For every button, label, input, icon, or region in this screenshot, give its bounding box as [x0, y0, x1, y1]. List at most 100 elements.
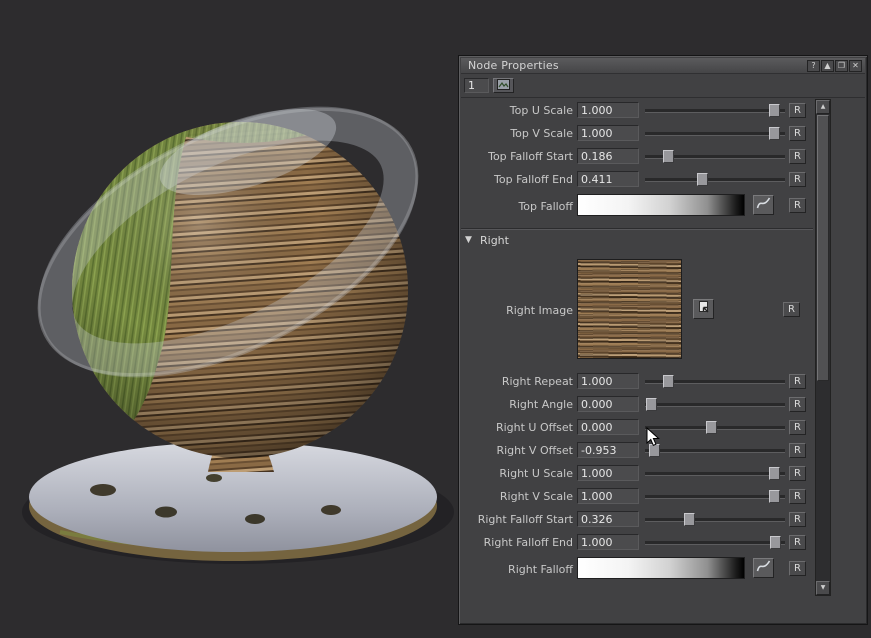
row-top-v-scale: Top V Scale R [461, 122, 813, 145]
load-image-icon [696, 300, 711, 314]
right-falloff-start-value-input[interactable] [577, 511, 639, 527]
panel-toolbar [461, 76, 865, 98]
titlebar[interactable]: Node Properties ? ▲ ❐ ✕ [461, 58, 865, 74]
right-u-offset-reset-button[interactable]: R [789, 420, 806, 435]
right-v-scale-reset-button[interactable]: R [789, 489, 806, 504]
right-falloff-reset-button[interactable]: R [789, 561, 806, 576]
right-image-label: Right Image [461, 254, 573, 366]
right-falloff-start-slider-thumb[interactable] [684, 513, 695, 526]
right-falloff-end-reset-button[interactable]: R [789, 535, 806, 550]
right-angle-label: Right Angle [461, 393, 573, 416]
close-button[interactable]: ✕ [849, 60, 862, 72]
right-u-offset-slider-thumb[interactable] [706, 421, 717, 434]
top-v-scale-value-input[interactable] [577, 125, 639, 141]
load-image-button[interactable] [693, 299, 714, 319]
top-falloff-end-value-input[interactable] [577, 171, 639, 187]
panel-content: Top U ScaleRTop V ScaleRTop Falloff Star… [461, 99, 813, 599]
top-u-scale-slider-thumb[interactable] [769, 104, 780, 117]
row-right-falloff-end: Right Falloff End R [461, 531, 813, 554]
right-u-scale-slider-thumb[interactable] [769, 467, 780, 480]
right-image-thumbnail[interactable] [577, 259, 682, 359]
right-angle-reset-button[interactable]: R [789, 397, 806, 412]
right-u-scale-value-input[interactable] [577, 465, 639, 481]
right-v-scale-slider-thumb[interactable] [769, 490, 780, 503]
right-falloff-end-slider-thumb[interactable] [770, 536, 781, 549]
top-falloff-start-slider-thumb[interactable] [663, 150, 674, 163]
right-u-scale-reset-button[interactable]: R [789, 466, 806, 481]
node-index-input[interactable] [464, 78, 489, 93]
row-top-falloff-end: Top Falloff EndR [461, 168, 813, 191]
right-repeat-reset-button[interactable]: R [789, 374, 806, 389]
top-falloff-label: Top Falloff [461, 191, 573, 221]
right-v-offset-reset-button[interactable]: R [789, 443, 806, 458]
right-v-scale-slider-track[interactable] [645, 495, 785, 499]
top-u-scale-reset-button[interactable]: R [789, 103, 806, 118]
right-repeat-slider-thumb[interactable] [663, 375, 674, 388]
right-image-reset-button[interactable]: R [783, 302, 800, 317]
right-angle-slider-thumb[interactable] [646, 398, 657, 411]
top-v-scale-reset-button[interactable]: R [789, 126, 806, 141]
top-falloff-start-value-input[interactable] [577, 148, 639, 164]
right-falloff-gradient-bar[interactable] [577, 557, 745, 579]
top-falloff-end-reset-button[interactable]: R [789, 172, 806, 187]
right-u-offset-slider-track[interactable] [645, 426, 785, 430]
right-falloff-edit-button[interactable] [753, 558, 774, 578]
right-repeat-value-input[interactable] [577, 373, 639, 389]
right-u-offset-label: Right U Offset [461, 416, 573, 439]
right-u-scale-slider-track[interactable] [645, 472, 785, 476]
node-properties-panel: Node Properties ? ▲ ❐ ✕ Top U ScaleRTop … [458, 55, 868, 625]
section-right: ▼Right [461, 229, 813, 254]
right-falloff-start-label: Right Falloff Start [461, 508, 573, 531]
right-v-offset-slider-thumb[interactable] [649, 444, 660, 457]
right-v-offset-label: Right V Offset [461, 439, 573, 462]
right-v-scale-value-input[interactable] [577, 488, 639, 504]
right-falloff-start-reset-button[interactable]: R [789, 512, 806, 527]
right-repeat-label: Right Repeat [461, 370, 573, 393]
help-button[interactable]: ? [807, 60, 820, 72]
right-v-offset-slider-track[interactable] [645, 449, 785, 453]
right-u-scale-label: Right U Scale [461, 462, 573, 485]
top-u-scale-value-input[interactable] [577, 102, 639, 118]
right-falloff-end-slider-track[interactable] [645, 541, 785, 545]
top-falloff-end-slider-thumb[interactable] [697, 173, 708, 186]
right-falloff-end-label: Right Falloff End [461, 531, 573, 554]
scroll-up-button[interactable]: ▲ [816, 100, 830, 114]
right-angle-slider-track[interactable] [645, 403, 785, 407]
right-falloff-end-value-input[interactable] [577, 534, 639, 550]
right-angle-value-input[interactable] [577, 396, 639, 412]
top-v-scale-slider-thumb[interactable] [769, 127, 780, 140]
detach-button[interactable]: ❐ [835, 60, 848, 72]
top-falloff-start-reset-button[interactable]: R [789, 149, 806, 164]
top-falloff-reset-button[interactable]: R [789, 198, 806, 213]
panel-title: Node Properties [464, 59, 806, 72]
top-falloff-end-slider-track[interactable] [645, 178, 785, 182]
right-u-offset-value-input[interactable] [577, 419, 639, 435]
right-v-offset-value-input[interactable] [577, 442, 639, 458]
right-falloff-start-slider-track[interactable] [645, 518, 785, 522]
right-falloff-label: Right Falloff [461, 554, 573, 584]
section-collapse-icon[interactable]: ▼ [465, 235, 472, 245]
curve-edit-icon [756, 559, 771, 573]
top-falloff-start-slider-track[interactable] [645, 155, 785, 159]
row-right-u-scale: Right U Scale R [461, 462, 813, 485]
scroll-down-button[interactable]: ▼ [816, 581, 830, 595]
vertical-scrollbar[interactable]: ▲ ▼ [815, 99, 831, 596]
top-u-scale-label: Top U Scale [461, 99, 573, 122]
top-falloff-gradient-bar[interactable] [577, 194, 745, 216]
top-falloff-edit-button[interactable] [753, 195, 774, 215]
row-top-falloff: Top Falloff R [461, 191, 813, 221]
row-right-v-scale: Right V Scale R [461, 485, 813, 508]
row-top-falloff-start: Top Falloff StartR [461, 145, 813, 168]
row-right-u-offset: Right U Offset R [461, 416, 813, 439]
maximize-button[interactable]: ▲ [821, 60, 834, 72]
scrollbar-thumb[interactable] [817, 115, 829, 381]
right-v-scale-label: Right V Scale [461, 485, 573, 508]
node-preview-button[interactable] [493, 78, 514, 93]
right-repeat-slider-track[interactable] [645, 380, 785, 384]
image-icon [496, 79, 511, 90]
row-right-angle: Right Angle R [461, 393, 813, 416]
top-v-scale-slider-track[interactable] [645, 132, 785, 136]
top-v-scale-label: Top V Scale [461, 122, 573, 145]
row-right-image: Right Image R [461, 254, 813, 366]
top-u-scale-slider-track[interactable] [645, 109, 785, 113]
